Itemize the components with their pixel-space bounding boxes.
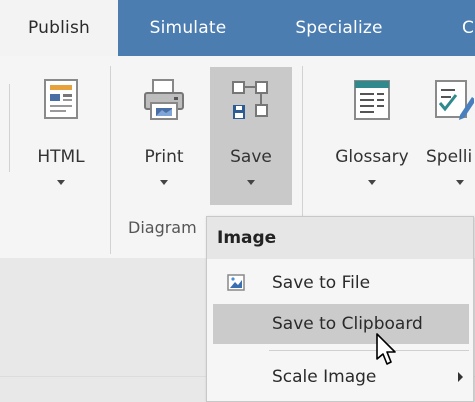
tab-simulate[interactable]: Simulate [118,0,258,56]
image-file-icon [227,274,245,296]
chevron-down-icon [160,180,168,185]
chevron-down-icon [456,180,464,185]
glossary-icon [353,79,391,125]
tab-truncated[interactable]: C [420,0,475,56]
spelling-button-label: Spelli [426,147,473,167]
html-report-icon [44,79,78,123]
html-button[interactable]: HTML [22,67,100,205]
chevron-down-icon [57,180,65,185]
tab-publish[interactable]: Publish [0,0,118,56]
html-button-label: HTML [37,147,85,167]
group-separator [302,66,303,216]
group-label: Diagram [128,218,197,237]
chevron-down-icon [247,180,255,185]
save-button[interactable]: Save [210,67,292,205]
menu-item-label: Save to Clipboard [272,314,423,334]
save-dropdown-menu: Image Save to File Save to Clipboard Sca… [206,216,474,402]
menu-header: Image [207,217,473,259]
spelling-button[interactable]: Spelli [426,67,475,205]
glossary-button-label: Glossary [335,147,409,167]
group-separator [9,84,10,172]
menu-item-save-to-file[interactable]: Save to File [213,263,469,303]
menu-item-save-to-clipboard[interactable]: Save to Clipboard [213,304,469,344]
menu-item-scale-image[interactable]: Scale Image [213,357,469,397]
printer-icon [142,79,186,125]
group-separator [110,66,111,254]
spell-check-icon [434,79,475,125]
menu-item-label: Save to File [272,273,371,293]
save-button-label: Save [230,147,272,167]
ribbon-tab-bar: Publish Simulate Specialize C [0,0,475,56]
chevron-down-icon [368,180,376,185]
print-button-label: Print [144,147,184,167]
menu-separator [269,350,469,351]
glossary-button[interactable]: Glossary [318,67,426,205]
tab-specialize[interactable]: Specialize [258,0,420,56]
menu-item-label: Scale Image [272,367,377,387]
diagram-save-icon [231,79,271,127]
chevron-right-icon [458,372,463,382]
mouse-pointer-icon [376,333,400,371]
print-button[interactable]: Print [126,67,202,205]
